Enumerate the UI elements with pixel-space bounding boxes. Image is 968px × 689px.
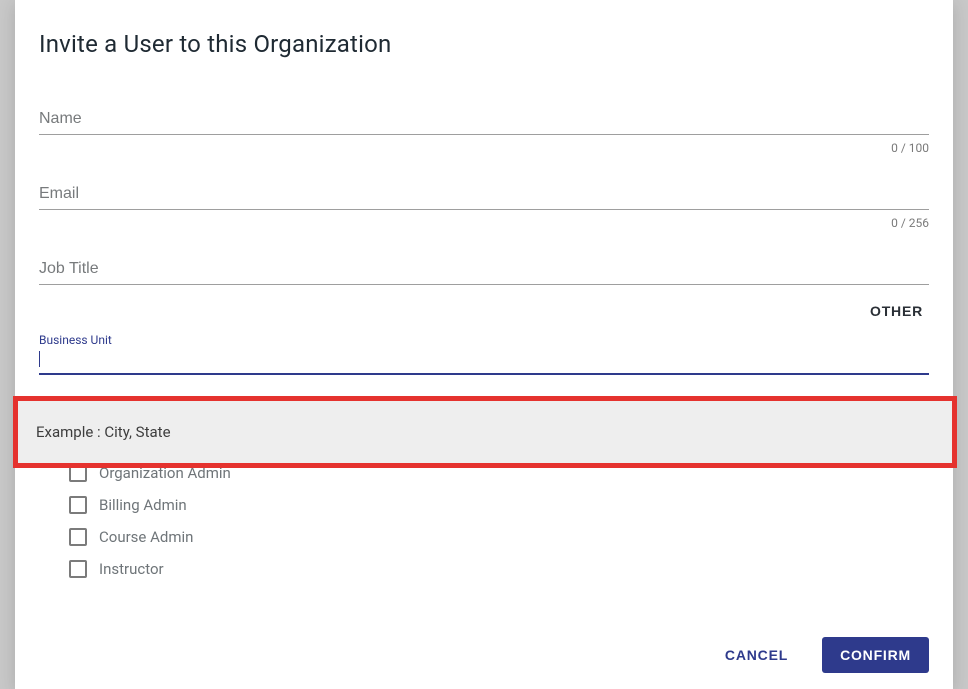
text-caret-icon: [39, 351, 40, 367]
checkbox-billing-admin[interactable]: [69, 496, 87, 514]
modal-actions: CANCEL CONFIRM: [39, 617, 929, 673]
name-field: [39, 104, 929, 135]
business-unit-suggestion[interactable]: Example : City, State: [13, 396, 957, 468]
email-input[interactable]: [39, 179, 929, 210]
role-row-billing-admin: Billing Admin: [69, 489, 929, 521]
role-label: Billing Admin: [99, 496, 187, 514]
email-counter: 0 / 256: [39, 216, 929, 230]
modal-title: Invite a User to this Organization: [39, 30, 929, 58]
role-label: Course Admin: [99, 528, 193, 546]
role-row-course-admin: Course Admin: [69, 521, 929, 553]
other-row: OTHER: [39, 299, 929, 323]
checkbox-instructor[interactable]: [69, 560, 87, 578]
suggestion-text: Example : City, State: [36, 423, 171, 441]
cancel-button[interactable]: CANCEL: [707, 637, 806, 673]
role-label: Instructor: [99, 560, 164, 578]
job-title-field: [39, 254, 929, 285]
name-counter: 0 / 100: [39, 141, 929, 155]
role-row-instructor: Instructor: [69, 553, 929, 585]
invite-user-modal: Invite a User to this Organization 0 / 1…: [15, 0, 953, 689]
business-unit-label: Business Unit: [39, 333, 929, 347]
checkbox-course-admin[interactable]: [69, 528, 87, 546]
business-unit-field: [39, 349, 929, 375]
roles-list: Organization Admin Billing Admin Course …: [69, 457, 929, 585]
job-title-input[interactable]: [39, 254, 929, 285]
other-button[interactable]: OTHER: [864, 299, 929, 323]
name-input[interactable]: [39, 104, 929, 135]
confirm-button[interactable]: CONFIRM: [822, 637, 929, 673]
email-field: [39, 179, 929, 210]
business-unit-input[interactable]: [39, 349, 929, 375]
